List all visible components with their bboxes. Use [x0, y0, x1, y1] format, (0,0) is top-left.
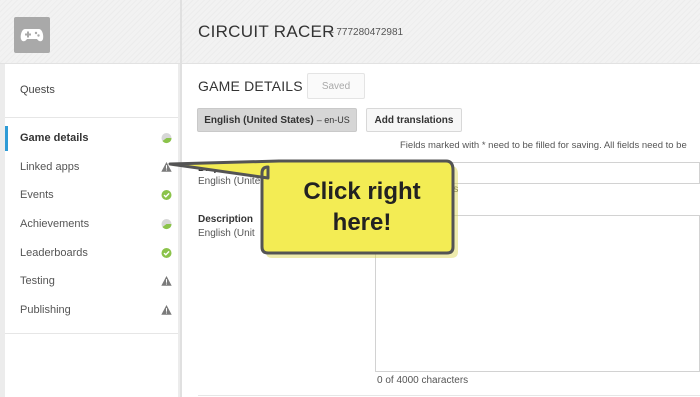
check-icon	[161, 190, 172, 201]
game-title: CIRCUIT RACER	[198, 22, 335, 41]
sidebar-item-label: Publishing	[20, 303, 71, 316]
description-label: Description	[198, 214, 254, 225]
sidebar-item-label: Leaderboards	[20, 246, 88, 259]
saved-button[interactable]: Saved	[307, 73, 365, 99]
display-name-locale: English (Unite	[198, 176, 261, 187]
language-code: – en-US	[316, 115, 350, 125]
language-name: English (United States)	[204, 114, 314, 126]
display-name-label-text: Display name	[198, 163, 263, 174]
warning-icon	[161, 161, 172, 172]
gamepad-icon	[14, 17, 50, 53]
section-title: GAME DETAILS	[198, 78, 303, 94]
required-fields-note: Fields marked with * need to be filled f…	[400, 140, 687, 151]
language-button[interactable]: English (United States) – en-US	[197, 108, 357, 132]
sidebar-item-quests[interactable]: Quests	[5, 64, 178, 118]
add-translations-button[interactable]: Add translations	[366, 108, 462, 132]
sidebar-divider	[5, 333, 178, 334]
sidebar-item-label: Game details	[20, 132, 89, 145]
partial-status-icon	[161, 133, 172, 144]
warning-icon	[161, 304, 172, 315]
check-icon	[161, 247, 172, 258]
sidebar-item-publishing[interactable]: Publishing	[5, 296, 178, 325]
warning-icon	[161, 276, 172, 287]
description-locale: English (Unit	[198, 228, 255, 239]
description-counter: 0 of 4000 characters	[377, 375, 469, 386]
description-textarea[interactable]	[375, 215, 700, 372]
callout-line-2: here!	[332, 209, 392, 236]
sidebar-item-testing[interactable]: Testing	[5, 267, 178, 296]
sidebar-item-label: Linked apps	[20, 160, 80, 173]
sidebar-item-events[interactable]: Events	[5, 181, 178, 210]
sidebar-item-label: Achievements	[20, 218, 90, 231]
sidebar-item-linked-apps[interactable]: Linked apps	[5, 153, 178, 182]
callout-text: Click right here!	[272, 176, 452, 238]
sidebar-item-leaderboards[interactable]: Leaderboards	[5, 238, 178, 267]
partial-status-icon	[161, 219, 172, 230]
sidebar-nav: Game details Linked apps Events Achievem…	[5, 124, 178, 324]
form-divider	[198, 395, 700, 396]
sidebar: Quests Game details Linked apps Events A…	[5, 64, 178, 397]
sidebar-item-label: Events	[20, 189, 54, 202]
required-mark: *	[265, 163, 270, 174]
sidebar-item-game-details[interactable]: Game details	[5, 124, 178, 153]
sidebar-item-label: Quests	[20, 84, 55, 96]
callout-line-1: Click right	[303, 178, 421, 205]
sidebar-item-achievements[interactable]: Achievements	[5, 210, 178, 239]
display-name-label: Display name *	[198, 163, 269, 174]
game-id: – 777280472981	[328, 27, 404, 38]
sidebar-item-label: Testing	[20, 275, 55, 288]
